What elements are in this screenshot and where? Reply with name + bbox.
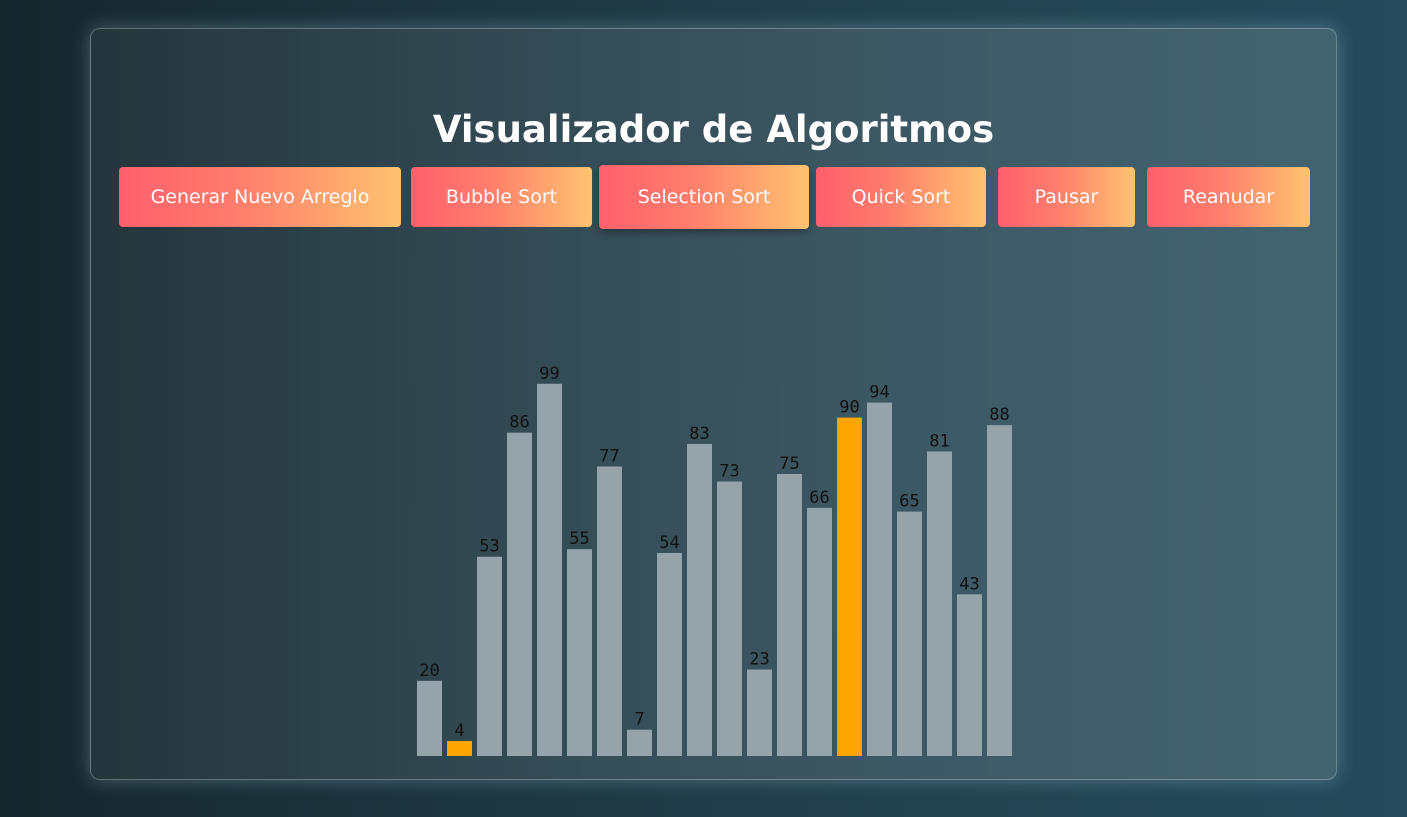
array-bar-value-label: 90 xyxy=(839,398,859,418)
array-bar-value-label: 75 xyxy=(779,454,799,474)
array-bar xyxy=(537,383,562,756)
array-bar-value-label: 94 xyxy=(869,383,889,403)
array-bar xyxy=(597,466,622,756)
array-bar-value-label: 43 xyxy=(959,574,979,594)
array-bar-active xyxy=(447,740,472,756)
array-bar-value-label: 54 xyxy=(659,533,679,553)
array-bar-active xyxy=(837,417,862,756)
array-bar xyxy=(807,507,832,756)
array-bar xyxy=(627,729,652,756)
array-bar-value-label: 20 xyxy=(419,661,439,681)
array-bar-value-label: 4 xyxy=(454,721,464,741)
array-bar xyxy=(957,594,982,756)
array-bar xyxy=(657,552,682,756)
array-bar-value-label: 81 xyxy=(929,431,949,451)
array-bar-value-label: 99 xyxy=(539,364,559,384)
array-bar xyxy=(417,680,442,756)
array-bar xyxy=(717,481,742,756)
array-bar-value-label: 83 xyxy=(689,424,709,444)
array-bar-value-label: 86 xyxy=(509,413,529,433)
array-bar xyxy=(867,402,892,756)
array-bar-value-label: 53 xyxy=(479,537,499,557)
array-bar-value-label: 88 xyxy=(989,405,1009,425)
array-bar xyxy=(747,669,772,756)
array-bar-value-label: 55 xyxy=(569,529,589,549)
array-bar xyxy=(507,432,532,756)
array-bar-value-label: 23 xyxy=(749,650,769,670)
array-bar xyxy=(897,511,922,756)
array-bar xyxy=(927,451,952,756)
array-bar-value-label: 73 xyxy=(719,462,739,482)
array-bar-value-label: 66 xyxy=(809,488,829,508)
array-bar xyxy=(687,443,712,756)
array-bar xyxy=(987,425,1012,756)
array-bar-value-label: 7 xyxy=(634,710,644,730)
array-bar xyxy=(777,474,802,756)
array-bar-value-label: 77 xyxy=(599,446,619,466)
array-bar xyxy=(477,556,502,756)
array-bar-chart: 20453869955777548373237566909465814388 xyxy=(417,364,1012,756)
visualizer-panel: Visualizador de Algoritmos Generar Nuevo… xyxy=(90,28,1337,780)
array-bar-value-label: 65 xyxy=(899,492,919,512)
array-bar xyxy=(567,549,592,756)
